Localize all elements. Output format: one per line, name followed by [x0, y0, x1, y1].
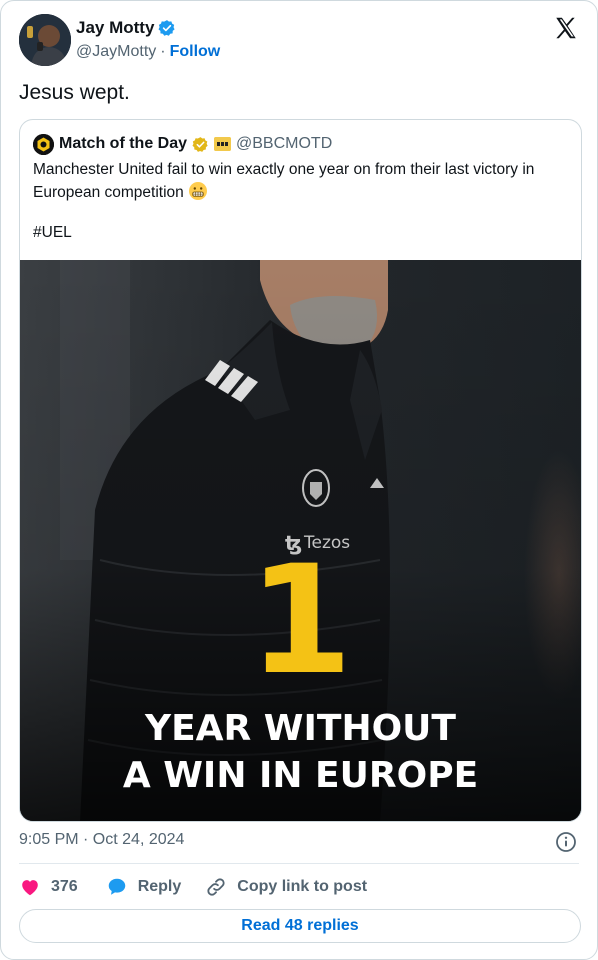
quoted-header: Match of the Day @BBCMOTD — [33, 133, 332, 155]
heart-icon — [22, 880, 38, 896]
quoted-name[interactable]: Match of the Day — [59, 135, 187, 153]
reply-label: Reply — [137, 878, 182, 895]
author-avatar[interactable] — [19, 14, 71, 66]
author-handle[interactable]: @JayMotty — [76, 43, 156, 61]
x-logo-icon[interactable] — [553, 15, 579, 41]
tweet-text: Jesus wept. — [19, 81, 130, 104]
copy-link-label: Copy link to post — [237, 878, 368, 895]
caption-line-1: YEAR WITHOUT — [145, 708, 456, 749]
follow-button[interactable]: Follow — [170, 43, 221, 61]
quoted-text: Manchester United fail to win exactly on… — [33, 159, 573, 204]
read-replies-button[interactable]: Read 48 replies — [19, 909, 581, 943]
divider — [19, 863, 579, 864]
timestamp[interactable]: 9:05 PM · Oct 24, 2024 — [19, 831, 184, 849]
tweet-card: Jay Motty @JayMotty · Follow Jesus wept. — [0, 0, 598, 960]
reply-bubble-icon — [108, 878, 125, 895]
like-button[interactable]: 376 — [19, 876, 78, 898]
big-number: 1 — [248, 534, 353, 708]
quoted-text-content: Manchester United fail to win exactly on… — [33, 161, 535, 201]
quoted-avatar[interactable] — [33, 133, 54, 155]
copy-link-button[interactable]: Copy link to post — [205, 876, 367, 898]
caption-line-2: A WIN IN EUROPE — [122, 755, 479, 796]
info-icon[interactable] — [555, 831, 577, 853]
author-name[interactable]: Jay Motty — [76, 18, 154, 38]
reply-button[interactable]: Reply — [106, 876, 182, 898]
quoted-hashtag[interactable]: #UEL — [33, 224, 72, 242]
action-bar: 376 Reply Copy link to post — [19, 875, 367, 899]
verified-badge-icon — [158, 20, 175, 36]
author-block: Jay Motty @JayMotty · Follow — [76, 17, 220, 63]
separator-dot: · — [160, 43, 166, 60]
like-count: 376 — [51, 878, 78, 895]
link-icon — [207, 878, 225, 896]
grimacing-face-icon — [189, 182, 208, 200]
quoted-tweet[interactable]: Match of the Day @BBCMOTD Manchester Uni… — [19, 119, 582, 822]
quoted-handle[interactable]: @BBCMOTD — [236, 135, 332, 153]
quoted-media-image[interactable]: ꜩ Tezos 1 YEAR WITHOUT A WIN IN EUROPE — [20, 260, 581, 821]
gold-badge-icon — [192, 136, 208, 152]
affiliate-bbc-icon — [214, 137, 232, 151]
